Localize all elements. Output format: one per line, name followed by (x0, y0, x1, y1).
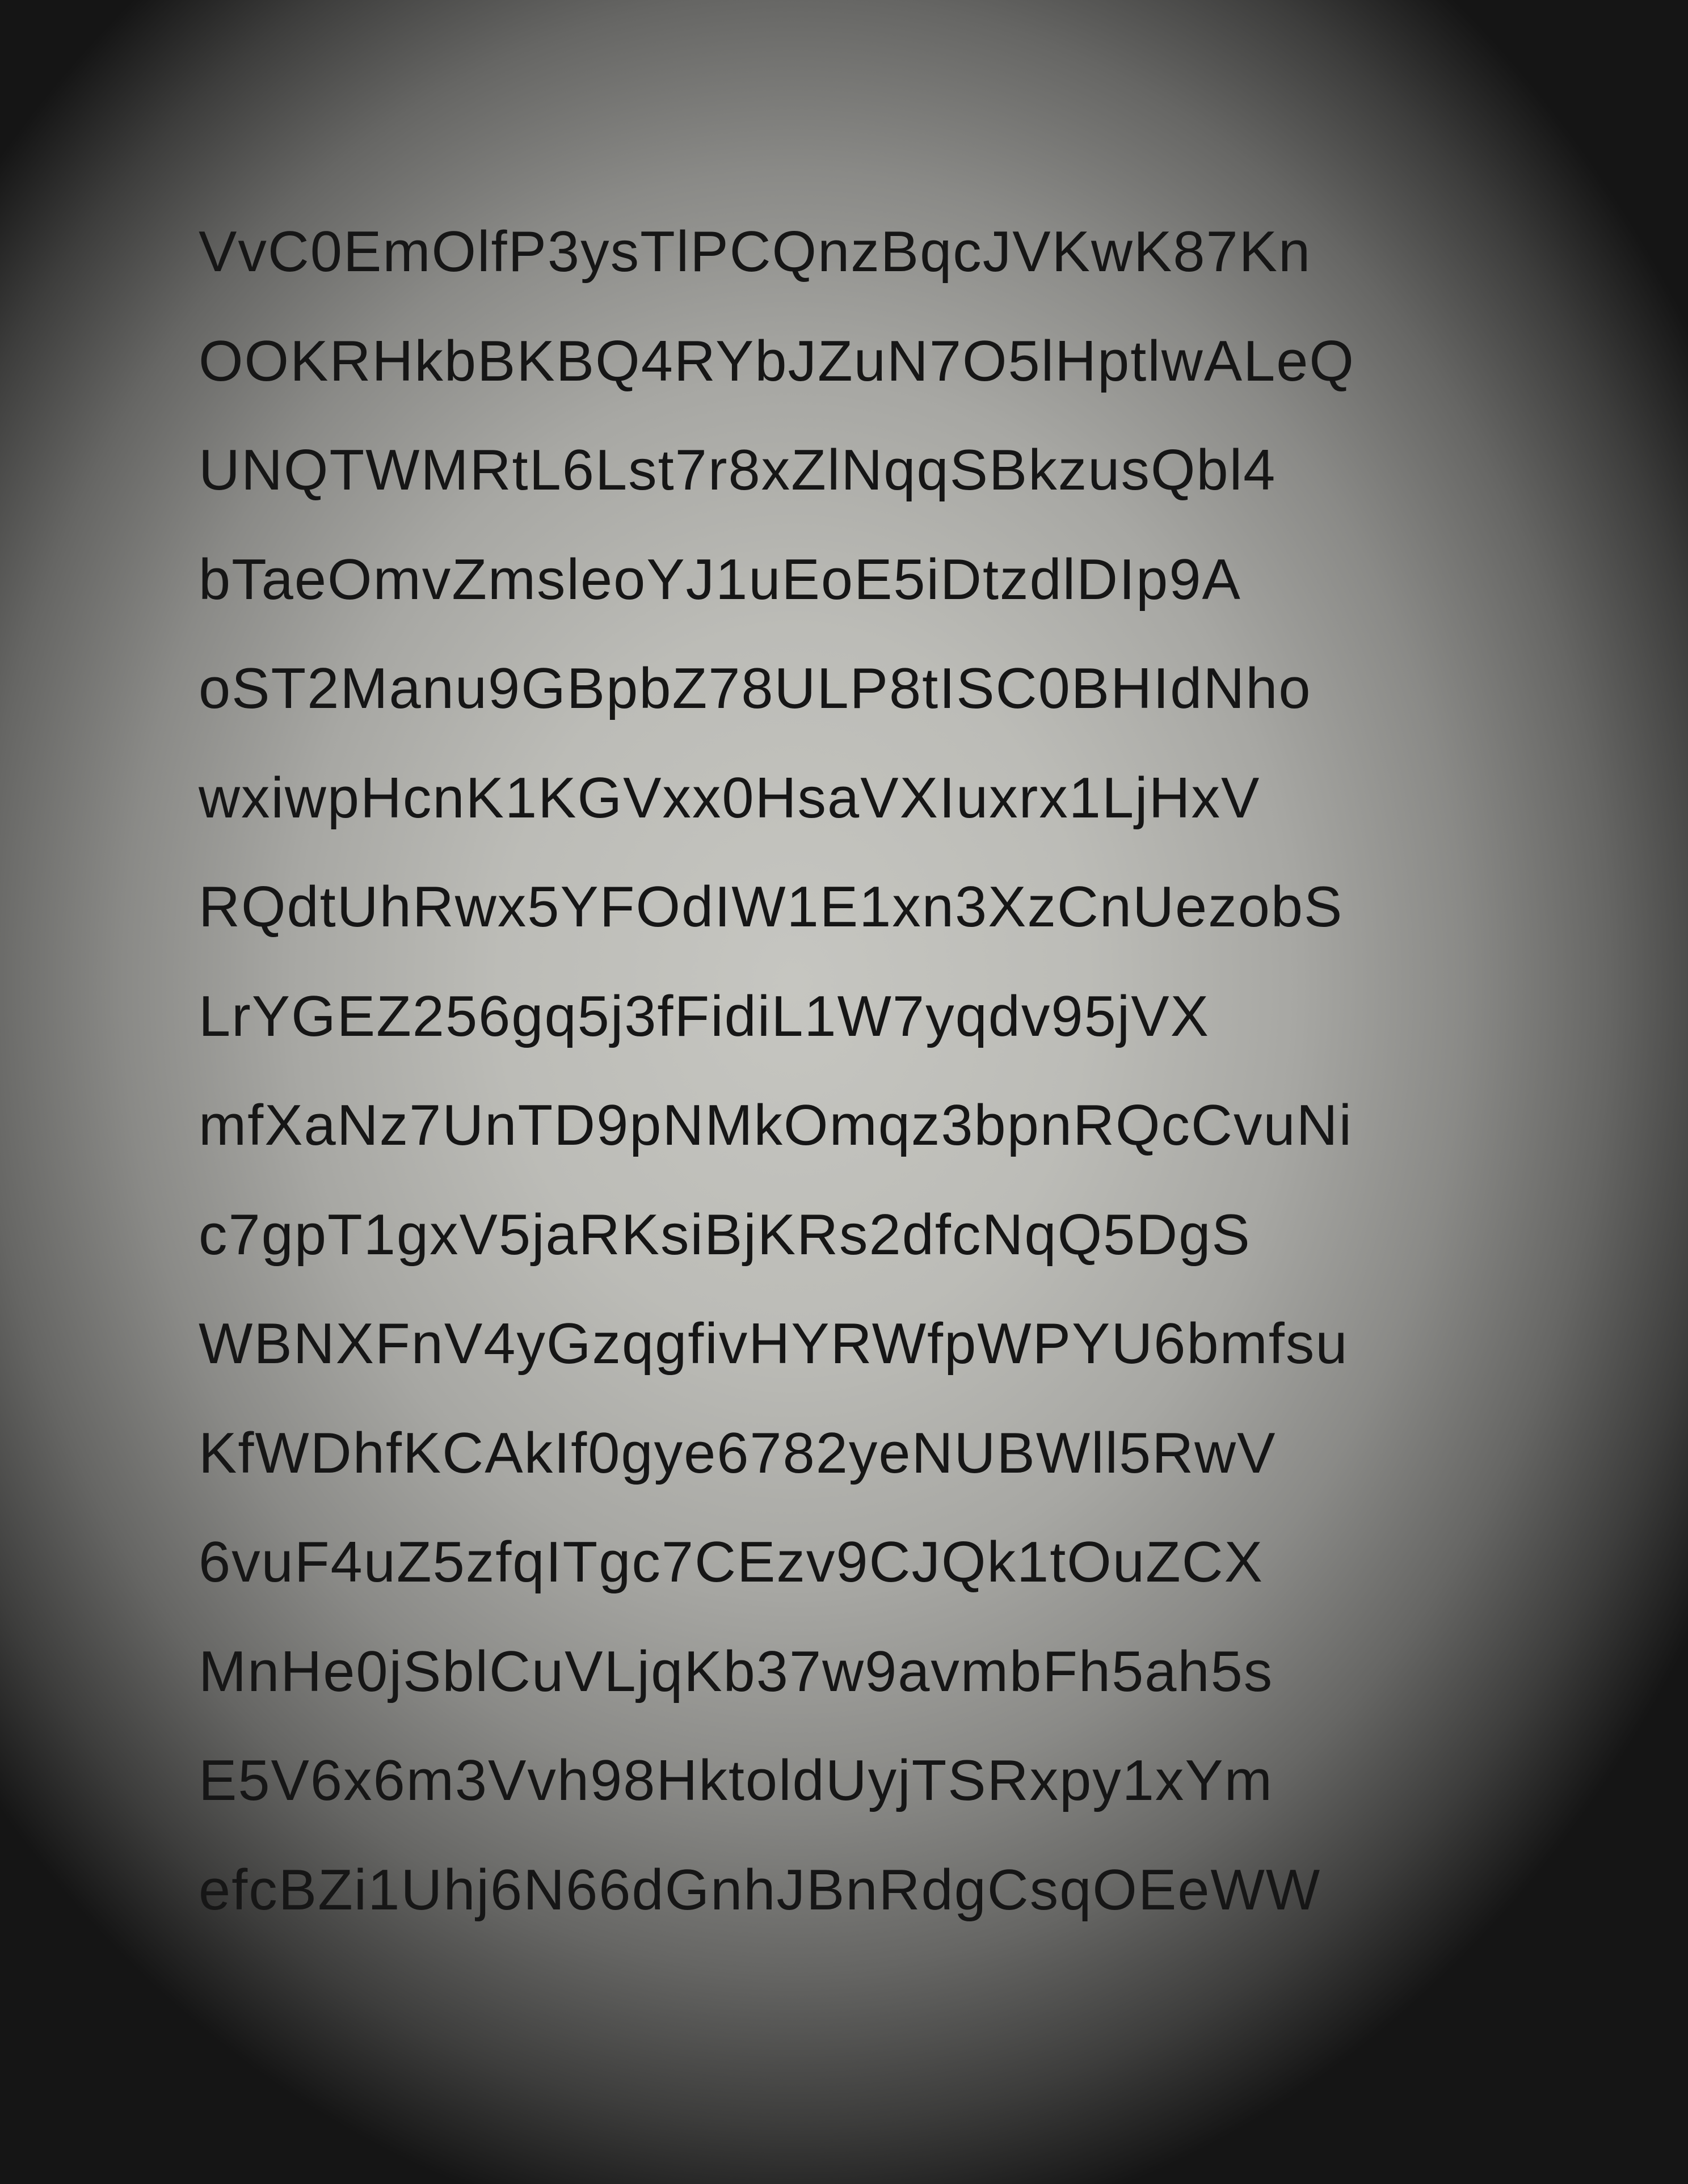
text-line: RQdtUhRwx5YFOdIW1E1xn3XzCnUezobS (199, 875, 1344, 939)
text-line: mfXaNz7UnTD9pNMkOmqz3bpnRQcCvuNi (199, 1094, 1353, 1157)
text-line: bTaeOmvZmsleoYJ1uEoE5iDtzdlDIp9A (199, 547, 1241, 612)
text-line: KfWDhfKCAkIf0gye6782yeNUBWll5RwV (199, 1421, 1277, 1485)
text-line: c7gpT1gxV5jaRKsiBjKRs2dfcNqQ5DgS (199, 1203, 1251, 1267)
text-line: efcBZi1Uhj6N66dGnhJBnRdgCsqOEeWW (199, 1858, 1321, 1922)
text-line: WBNXFnV4yGzqgfivHYRWfpWPYU6bmfsu (199, 1312, 1349, 1376)
text-line: OOKRHkbBKBQ4RYbJZuN7O5lHptlwALeQ (199, 329, 1355, 393)
text-line: VvC0EmOlfP3ysTlPCQnzBqcJVKwK87Kn (199, 220, 1312, 284)
text-line: wxiwpHcnK1KGVxx0HsaVXIuxrx1LjHxV (199, 766, 1261, 830)
text-line: UNQTWMRtL6Lst7r8xZlNqqSBkzusQbl4 (199, 439, 1277, 502)
text-line: MnHe0jSblCuVLjqKb37w9avmbFh5ah5s (199, 1639, 1274, 1704)
text-line: E5V6x6m3Vvh98HktoldUyjTSRxpy1xYm (199, 1749, 1273, 1812)
text-line: LrYGEZ256gq5j3fFidiL1W7yqdv95jVX (199, 984, 1210, 1048)
text-line: 6vuF4uZ5zfqITgc7CEzv9CJQk1tOuZCX (199, 1531, 1264, 1594)
text-line: oST2Manu9GBpbZ78ULP8tISC0BHIdNho (199, 657, 1312, 720)
text-block: VvC0EmOlfP3ysTlPCQnzBqcJVKwK87Kn OOKRHkb… (199, 197, 1504, 1945)
